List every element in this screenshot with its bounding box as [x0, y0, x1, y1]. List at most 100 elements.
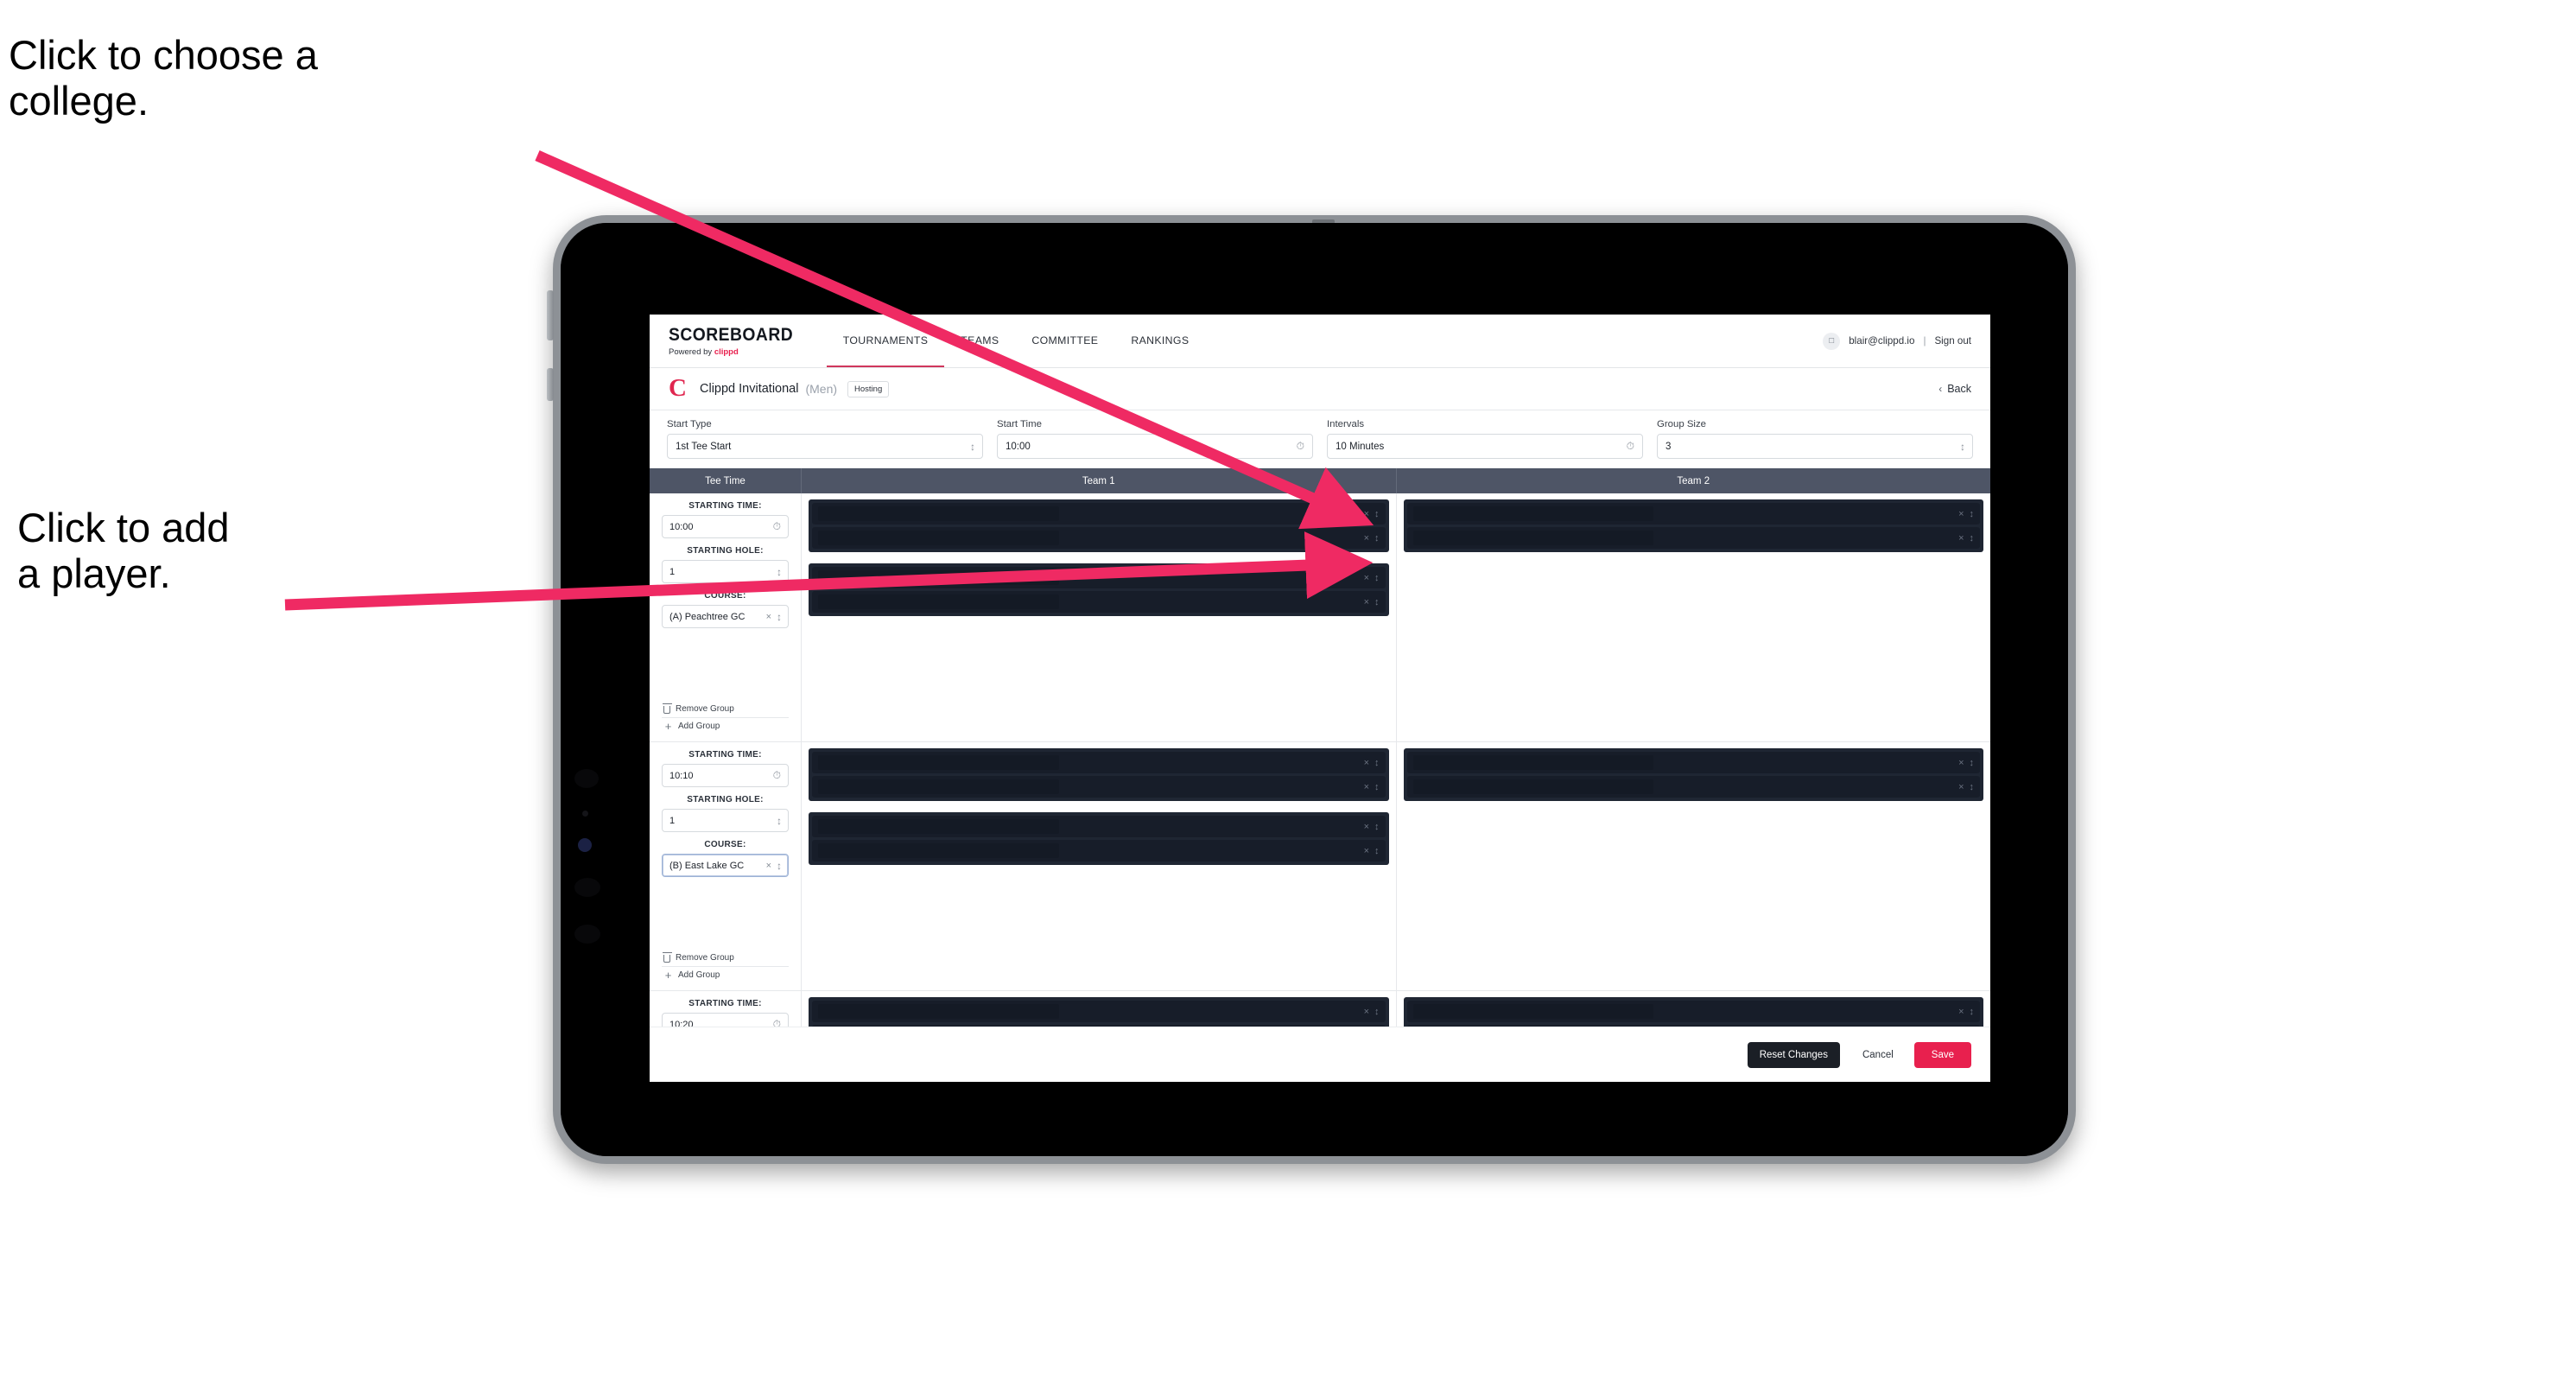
chevron-updown-icon[interactable]: ↕: [1374, 782, 1379, 792]
input-starting-time[interactable]: 10:10 ⏱: [662, 764, 789, 787]
player-slot[interactable]: ×↕: [812, 752, 1386, 773]
label-start-type: Start Type: [667, 419, 712, 429]
player-panel[interactable]: ×↕ ×↕: [1403, 997, 1983, 1027]
clear-icon[interactable]: ×: [1364, 573, 1369, 583]
power-button[interactable]: [547, 290, 554, 340]
sign-out-link[interactable]: Sign out: [1934, 335, 1971, 346]
input-starting-hole[interactable]: 1 ↕: [662, 809, 789, 832]
chevron-updown-icon[interactable]: ↕: [1374, 822, 1379, 832]
cancel-button[interactable]: Cancel: [1847, 1042, 1909, 1068]
chevron-updown-icon[interactable]: ↕: [1970, 782, 1974, 792]
team-2-cell[interactable]: ×↕ ×↕: [1397, 742, 1991, 990]
chevron-updown-icon[interactable]: ↕: [1374, 509, 1379, 519]
player-slot[interactable]: ×↕: [1406, 1001, 1980, 1022]
chevron-updown-icon[interactable]: ↕: [1970, 1007, 1974, 1017]
clear-icon[interactable]: ×: [1364, 758, 1369, 768]
player-slot[interactable]: ×↕: [1406, 503, 1980, 525]
clear-icon[interactable]: ×: [1364, 846, 1369, 856]
select-group-size[interactable]: 3 ↕: [1657, 434, 1973, 459]
select-course[interactable]: (B) East Lake GC × ↕: [662, 854, 789, 877]
table-row: STARTING TIME: 10:20 ⏱ STARTING HOLE: ×↕…: [650, 991, 1990, 1027]
avatar[interactable]: ☐: [1823, 332, 1841, 350]
chevron-updown-icon[interactable]: ↕: [1374, 597, 1379, 607]
input-starting-time[interactable]: 10:20 ⏱: [662, 1013, 789, 1027]
label-starting-hole: STARTING HOLE:: [687, 795, 764, 804]
chevron-updown-icon[interactable]: ↕: [1374, 533, 1379, 544]
tee-time-cell: STARTING TIME: 10:10 ⏱ STARTING HOLE: 1 …: [650, 742, 802, 990]
chevron-updown-icon[interactable]: ↕: [1970, 533, 1974, 544]
player-slot[interactable]: ×↕: [812, 816, 1386, 837]
player-panel[interactable]: ×↕ ×↕: [809, 563, 1389, 616]
team-2-cell[interactable]: ×↕ ×↕: [1397, 493, 1991, 741]
nav-item-teams[interactable]: TEAMS: [944, 315, 1015, 367]
label-starting-time: STARTING TIME:: [688, 750, 762, 760]
clear-icon[interactable]: ×: [766, 861, 771, 871]
clear-icon[interactable]: ×: [1364, 822, 1369, 832]
table-header: Tee Time Team 1 Team 2: [650, 468, 1990, 493]
back-button[interactable]: ‹ Back: [1938, 383, 1971, 395]
table-body[interactable]: STARTING TIME: 10:00 ⏱ STARTING HOLE: 1 …: [650, 493, 1990, 1027]
save-button[interactable]: Save: [1913, 1041, 1971, 1068]
clear-icon[interactable]: ×: [1958, 533, 1964, 544]
reset-changes-button[interactable]: Reset Changes: [1747, 1041, 1840, 1068]
clear-icon[interactable]: ×: [1364, 782, 1369, 792]
brand-tagline-clippd: clippd: [714, 347, 739, 357]
player-slot[interactable]: ×↕: [812, 503, 1386, 525]
team-2-cell[interactable]: ×↕ ×↕: [1397, 991, 1991, 1027]
input-starting-time[interactable]: 10:00 ⏱: [662, 515, 789, 538]
player-slot[interactable]: ×↕: [812, 840, 1386, 861]
chevron-updown-icon[interactable]: ↕: [1970, 758, 1974, 768]
clear-icon[interactable]: ×: [1958, 1007, 1964, 1017]
team-1-cell[interactable]: ×↕ ×↕: [802, 991, 1397, 1027]
nav-item-rankings[interactable]: RANKINGS: [1114, 315, 1205, 367]
nav-item-tournaments[interactable]: TOURNAMENTS: [826, 315, 945, 367]
brand-logo[interactable]: SCOREBOARD Powered by clippd: [650, 315, 827, 367]
clear-icon[interactable]: ×: [1958, 758, 1964, 768]
clear-icon[interactable]: ×: [1364, 509, 1369, 519]
nav-item-committee[interactable]: COMMITTEE: [1015, 315, 1114, 367]
chevron-updown-icon[interactable]: ↕: [1970, 509, 1974, 519]
player-slot[interactable]: ×↕: [812, 567, 1386, 588]
clear-icon[interactable]: ×: [1364, 533, 1369, 544]
player-slot[interactable]: ×↕: [812, 591, 1386, 613]
player-panel[interactable]: ×↕ ×↕: [809, 499, 1389, 552]
select-start-type[interactable]: 1st Tee Start ↕: [667, 434, 983, 459]
input-starting-hole[interactable]: 1 ↕: [662, 560, 789, 583]
clear-icon[interactable]: ×: [1364, 1007, 1369, 1017]
player-panel[interactable]: ×↕ ×↕: [809, 812, 1389, 865]
player-panel[interactable]: ×↕ ×↕: [809, 997, 1389, 1027]
team-1-cell[interactable]: × ↕ × ↕ × ↕ × ↕: [802, 742, 1397, 990]
player-slot[interactable]: ×↕: [812, 776, 1386, 798]
remove-group-button[interactable]: Remove Group: [662, 950, 789, 967]
select-course[interactable]: (A) Peachtree GC × ↕: [662, 605, 789, 628]
player-slot[interactable]: ×↕: [1406, 1025, 1980, 1027]
player-slot[interactable]: ×↕: [812, 1025, 1386, 1027]
player-panel[interactable]: ×↕ ×↕: [809, 748, 1389, 801]
add-group-button[interactable]: + Add Group: [662, 967, 789, 983]
trash-icon: [663, 703, 673, 714]
player-panel[interactable]: ×↕ ×↕: [1403, 748, 1983, 801]
clear-icon[interactable]: ×: [1364, 597, 1369, 607]
input-start-time[interactable]: 10:00 ⏱: [997, 434, 1313, 459]
remove-group-button[interactable]: Remove Group: [662, 701, 789, 718]
clear-icon[interactable]: ×: [1958, 509, 1964, 519]
player-slot[interactable]: ×↕: [1406, 776, 1980, 798]
control-intervals: Intervals 10 Minutes ⏱: [1327, 419, 1657, 459]
player-slot[interactable]: ×↕: [1406, 527, 1980, 549]
team-1-cell[interactable]: × ↕ × ↕ × ↕ × ↕: [802, 493, 1397, 741]
clear-icon[interactable]: ×: [1958, 782, 1964, 792]
add-group-button[interactable]: + Add Group: [662, 718, 789, 734]
player-slot[interactable]: ×↕: [812, 527, 1386, 549]
clear-icon[interactable]: ×: [766, 612, 771, 622]
input-intervals[interactable]: 10 Minutes ⏱: [1327, 434, 1643, 459]
player-panel[interactable]: ×↕ ×↕: [1403, 499, 1983, 552]
player-slot[interactable]: ×↕: [812, 1001, 1386, 1022]
player-slot[interactable]: ×↕: [1406, 752, 1980, 773]
chevron-updown-icon[interactable]: ↕: [1374, 758, 1379, 768]
chevron-updown-icon[interactable]: ↕: [1374, 846, 1379, 856]
player-placeholder: [1412, 1004, 1654, 1019]
volume-button[interactable]: [547, 368, 554, 401]
chevron-updown-icon[interactable]: ↕: [1374, 1007, 1379, 1017]
chevron-updown-icon[interactable]: ↕: [1374, 573, 1379, 583]
